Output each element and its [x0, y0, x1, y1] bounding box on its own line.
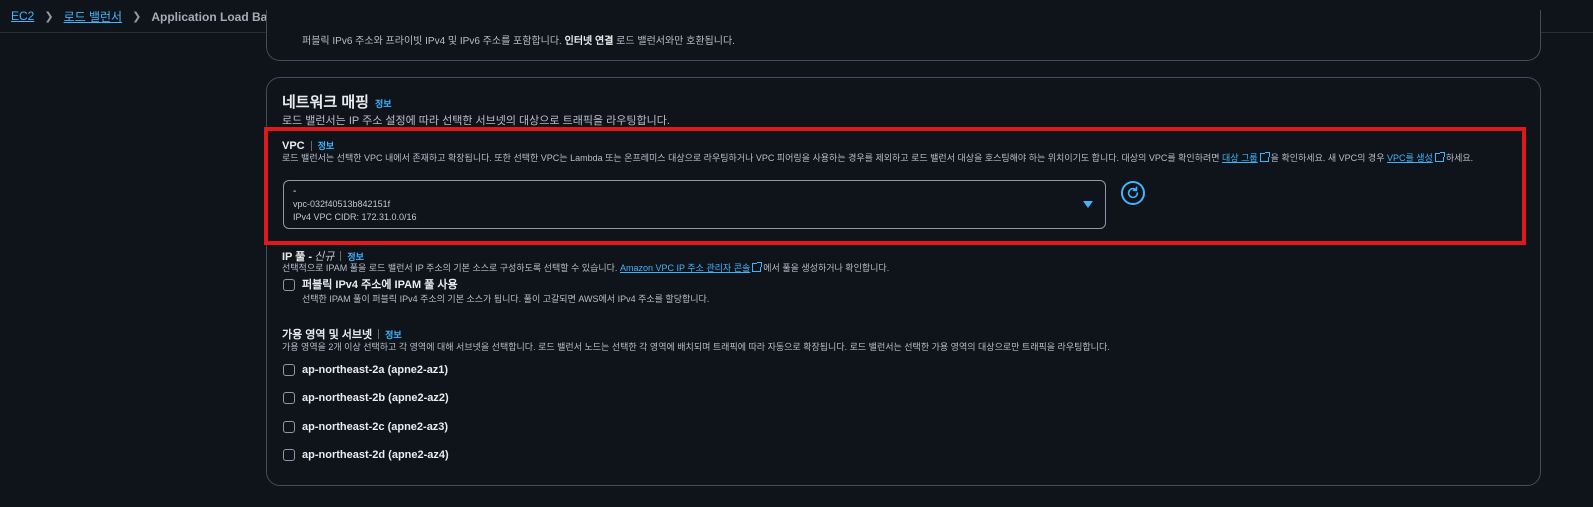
ipam-pool-checkbox-description: 선택한 IPAM 풀이 퍼블릭 IPv4 주소의 기본 소스가 됩니다. 풀이 … — [302, 294, 710, 304]
zone-label: ap-northeast-2d (apne2-az4) — [302, 449, 449, 461]
divider — [378, 329, 380, 339]
breadcrumb-load-balancers-link[interactable]: 로드 밸런서 — [64, 8, 123, 25]
vpc-description: 로드 밸런서는 선택한 VPC 내에서 존재하고 확장됩니다. 또한 선택한 V… — [282, 152, 1474, 163]
zone-label: ap-northeast-2b (apne2-az2) — [302, 392, 449, 404]
zone-checkbox[interactable] — [283, 421, 295, 433]
divider — [310, 140, 312, 151]
network-mapping-info-link[interactable]: 정보 — [375, 97, 392, 110]
ip-address-type-card: 퍼블릭 IPv6 주소와 프라이빗 IPv4 및 IPv6 주소를 포함합니다.… — [266, 10, 1541, 61]
section-description: 로드 밸런서는 IP 주소 설정에 따라 선택한 서브넷의 대상으로 트래픽을 … — [282, 115, 670, 127]
external-link-icon — [752, 262, 763, 272]
refresh-icon — [1127, 186, 1139, 199]
ip-pool-description: 선택적으로 IPAM 풀을 로드 밸런서 IP 주소의 기본 소스로 구성하도록… — [282, 262, 890, 273]
target-group-link[interactable]: 대상 그룹 — [1222, 153, 1258, 163]
zone-checkbox[interactable] — [283, 392, 295, 404]
ipam-pool-option: 퍼블릭 IPv4 주소에 IPAM 풀 사용 선택한 IPAM 풀이 퍼블릭 I… — [283, 278, 709, 306]
vpc-selected-name: - — [293, 186, 297, 197]
zone-checkbox[interactable] — [283, 364, 295, 376]
ipam-pool-checkbox-label: 퍼블릭 IPv4 주소에 IPAM 풀 사용 — [302, 279, 458, 291]
vpc-label-text: VPC — [282, 139, 305, 152]
zone-option: ap-northeast-2c (apne2-az3) — [283, 420, 448, 434]
zone-label: ap-northeast-2c (apne2-az3) — [302, 421, 449, 433]
zone-option: ap-northeast-2d (apne2-az4) — [283, 448, 449, 462]
zone-option: ap-northeast-2a (apne2-az1) — [283, 363, 448, 377]
create-vpc-link[interactable]: VPC를 생성 — [1387, 153, 1433, 163]
zone-label: ap-northeast-2a (apne2-az1) — [302, 364, 449, 376]
divider — [340, 251, 342, 261]
external-link-icon — [1259, 152, 1270, 162]
vpc-selected-id: vpc-032f40513b842151f — [293, 199, 391, 209]
zone-option: ap-northeast-2b (apne2-az2) — [283, 391, 449, 405]
refresh-button[interactable] — [1121, 181, 1145, 205]
breadcrumb-ec2-link[interactable]: EC2 — [11, 9, 34, 23]
availability-zones-info-link[interactable]: 정보 — [385, 328, 402, 341]
ipam-pool-checkbox[interactable] — [283, 279, 295, 291]
vpc-ipam-console-link[interactable]: Amazon VPC IP 주소 관리자 콘솔 — [620, 263, 750, 273]
external-link-icon — [1434, 152, 1445, 162]
ip-type-description: 퍼블릭 IPv6 주소와 프라이빗 IPv4 및 IPv6 주소를 포함합니다.… — [302, 36, 735, 47]
chevron-right-icon: ❯ — [44, 10, 54, 23]
network-mapping-header: 네트워크 매핑 정보 — [282, 91, 392, 112]
vpc-selected-cidr: IPv4 VPC CIDR: 172.31.0.0/16 — [293, 212, 417, 222]
vpc-info-link[interactable]: 정보 — [318, 139, 335, 152]
vpc-label: VPC 정보 — [282, 139, 334, 152]
section-title: 네트워크 매핑 — [282, 94, 369, 111]
caret-down-icon — [1083, 201, 1093, 208]
network-mapping-card: 네트워크 매핑 정보 로드 밸런서는 IP 주소 설정에 따라 선택한 서브넷의… — [266, 77, 1541, 486]
chevron-right-icon: ❯ — [132, 10, 142, 23]
availability-zones-description: 가용 영역을 2개 이상 선택하고 각 영역에 대해 서브넷을 선택합니다. 로… — [282, 342, 1110, 352]
vpc-select[interactable]: - vpc-032f40513b842151f IPv4 VPC CIDR: 1… — [283, 180, 1106, 229]
zone-checkbox[interactable] — [283, 449, 295, 461]
